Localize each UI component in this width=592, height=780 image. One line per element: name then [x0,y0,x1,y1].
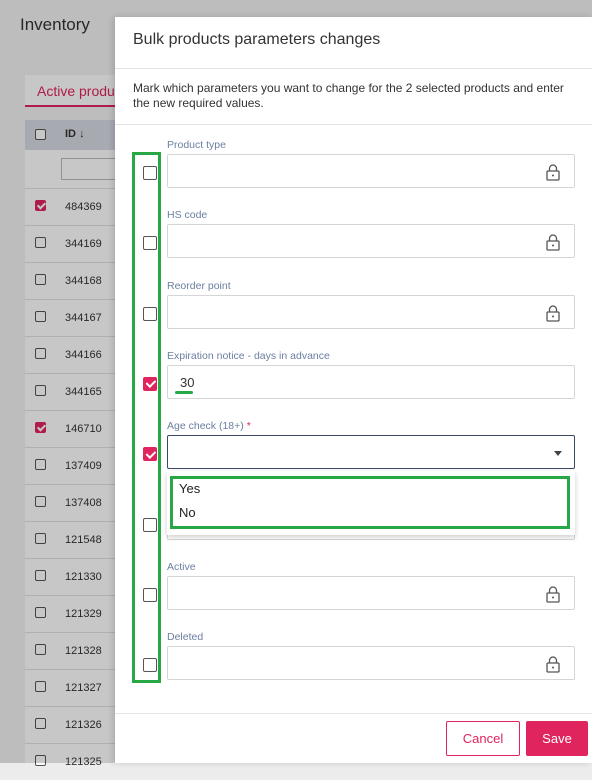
field-label: Active [167,560,196,573]
age-check-select[interactable] [167,435,575,470]
field-input[interactable] [167,294,575,329]
field-label: HS code [167,209,208,222]
lock-icon [546,234,560,251]
field-label: Product type [167,139,226,151]
modal-title: Bulk products parameters changes [133,31,381,48]
field-label: Expiration notice - days in advance [167,349,330,362]
lock-icon [546,586,560,603]
dropdown-highlight [170,476,570,529]
lock-icon [546,164,560,181]
field-input[interactable]: 30 [167,364,575,399]
field-input[interactable] [167,154,575,188]
field-input[interactable] [167,575,575,610]
field-label: Deleted [167,631,204,644]
field-label: Age check (18+) * [167,420,251,433]
caret-down-icon[interactable] [554,451,562,457]
lock-icon [546,656,560,673]
field-label: Reorder point [167,279,231,292]
divider [115,68,592,69]
field-input[interactable] [167,646,575,681]
checkbox-column-highlight [132,152,161,683]
value-underline-highlight [175,391,193,394]
save-button[interactable]: Save [526,721,588,756]
field-input[interactable] [167,224,575,259]
bulk-edit-modal: Bulk products parameters changes Mark wh… [115,17,592,763]
required-mark: * [246,420,251,433]
field-value: 30 [180,374,195,390]
divider [115,713,592,714]
divider [115,124,592,125]
cancel-button[interactable]: Cancel [446,721,520,756]
modal-description: Mark which parameters you want to change… [133,81,564,110]
lock-icon [546,304,560,322]
